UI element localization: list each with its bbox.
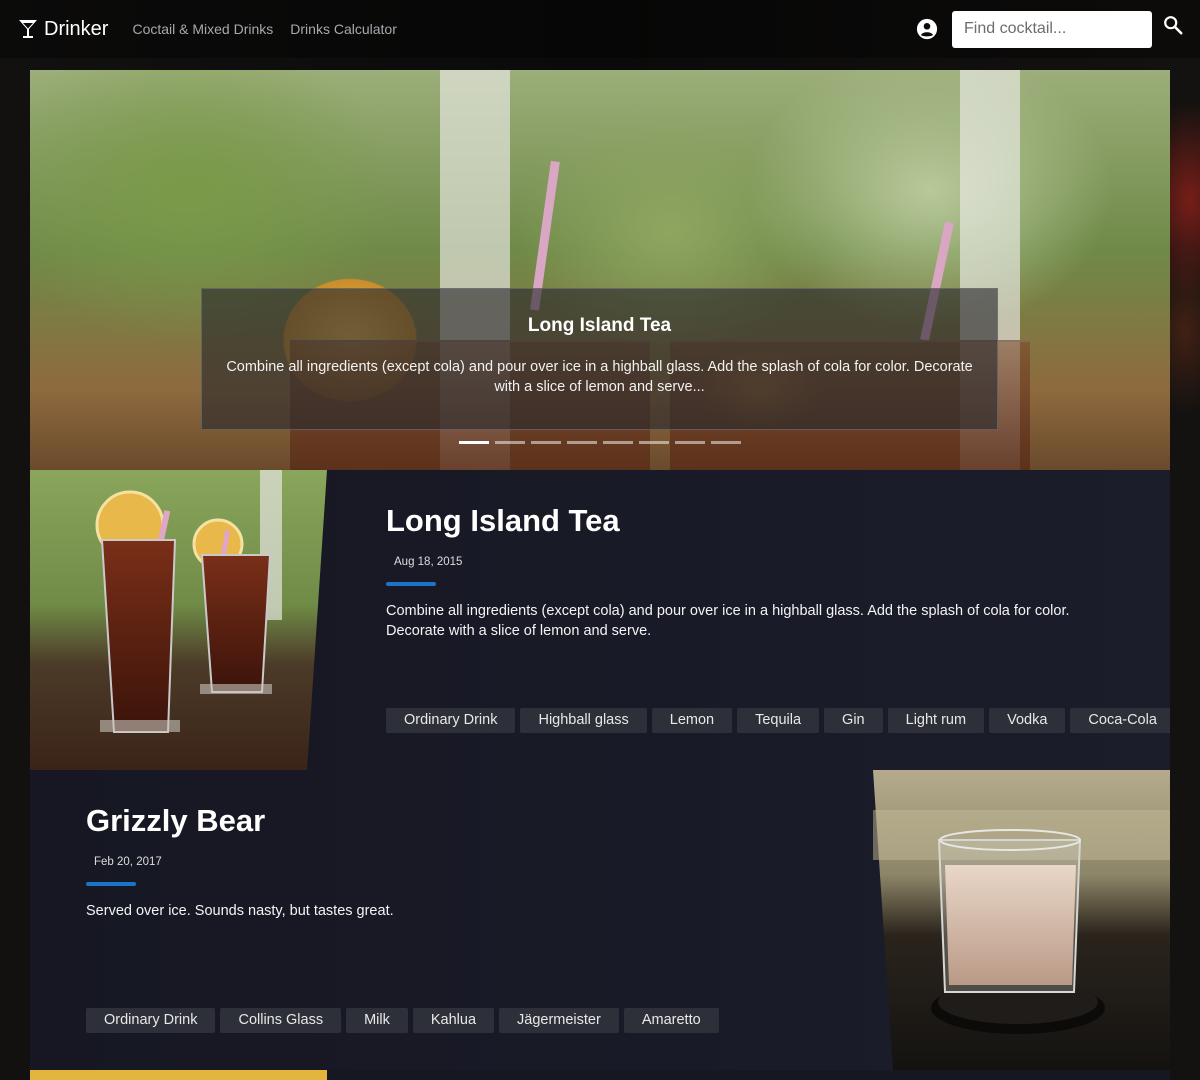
navbar: Drinker Coctail & Mixed Drinks Drinks Ca… bbox=[0, 0, 1200, 58]
tag-chip[interactable]: Vodka bbox=[989, 708, 1066, 733]
tag-chip[interactable]: Amaretto bbox=[623, 1008, 719, 1033]
hero-title: Long Island Tea bbox=[527, 315, 672, 336]
tag-chip[interactable]: Coca-Cola bbox=[1070, 708, 1170, 733]
hero-text: Combine all ingredients (except cola) an… bbox=[226, 359, 973, 395]
drink-description: Combine all ingredients (except cola) an… bbox=[386, 603, 1070, 639]
nav-link-calculator[interactable]: Drinks Calculator bbox=[290, 21, 397, 37]
tag-chip[interactable]: Ordinary Drink bbox=[386, 708, 516, 733]
account-circle-icon[interactable] bbox=[916, 18, 938, 40]
accent-divider bbox=[386, 582, 436, 586]
brand-logo[interactable]: Drinker bbox=[18, 18, 132, 41]
cocktail-glass-icon bbox=[19, 20, 37, 38]
hero-caption: Long Island Tea Combine all ingredients … bbox=[201, 288, 998, 430]
drink-card[interactable]: Grizzly Bear Feb 20, 2017 Served over ic… bbox=[30, 770, 1170, 1070]
carousel-indicators bbox=[459, 441, 741, 444]
tag-chip[interactable]: Kahlua bbox=[412, 1008, 495, 1033]
tag-chip[interactable]: Ordinary Drink bbox=[86, 1008, 216, 1033]
tag-chip[interactable]: Tequila bbox=[737, 708, 820, 733]
drink-image-long-island-tea[interactable] bbox=[30, 470, 330, 770]
drink-date: Feb 20, 2017 bbox=[94, 856, 162, 868]
next-drink-card-preview bbox=[30, 1070, 1170, 1080]
drink-title[interactable]: Grizzly Bear bbox=[86, 803, 846, 839]
tag-chip[interactable]: Gin bbox=[824, 708, 883, 733]
carousel-indicator[interactable] bbox=[567, 441, 597, 444]
drink-title[interactable]: Long Island Tea bbox=[386, 503, 1126, 539]
carousel-indicator[interactable] bbox=[639, 441, 669, 444]
search-icon[interactable] bbox=[1162, 14, 1184, 36]
tag-chip[interactable]: Jägermeister bbox=[499, 1008, 619, 1033]
carousel-indicator[interactable] bbox=[531, 441, 561, 444]
drink-card[interactable]: Long Island Tea Aug 18, 2015 Combine all… bbox=[30, 470, 1170, 770]
search-input[interactable] bbox=[952, 10, 1152, 48]
nav-link-cocktails[interactable]: Coctail & Mixed Drinks bbox=[132, 21, 273, 37]
drink-tags: Ordinary Drink Collins Glass Milk Kahlua… bbox=[86, 1008, 719, 1033]
carousel-indicator[interactable] bbox=[711, 441, 741, 444]
brand-name: Drinker bbox=[44, 17, 109, 40]
accent-divider bbox=[86, 882, 136, 886]
drink-card-body: Long Island Tea Aug 18, 2015 Combine all… bbox=[386, 470, 1126, 641]
carousel-indicator[interactable] bbox=[675, 441, 705, 444]
hero-carousel[interactable]: Long Island Tea Combine all ingredients … bbox=[30, 70, 1170, 470]
tag-chip[interactable]: Highball glass bbox=[520, 708, 647, 733]
tag-chip[interactable]: Lemon bbox=[651, 708, 733, 733]
drink-description: Served over ice. Sounds nasty, but taste… bbox=[86, 903, 394, 919]
drink-tags: Ordinary Drink Highball glass Lemon Tequ… bbox=[386, 708, 1170, 733]
tag-chip[interactable]: Milk bbox=[346, 1008, 408, 1033]
drink-image-grizzly-bear[interactable] bbox=[873, 770, 1170, 1070]
tag-chip[interactable]: Light rum bbox=[887, 708, 985, 733]
drink-card-body: Grizzly Bear Feb 20, 2017 Served over ic… bbox=[86, 770, 846, 921]
drink-date: Aug 18, 2015 bbox=[394, 556, 463, 568]
carousel-indicator[interactable] bbox=[495, 441, 525, 444]
carousel-indicator[interactable] bbox=[459, 441, 489, 444]
carousel-indicator[interactable] bbox=[603, 441, 633, 444]
tag-chip[interactable]: Collins Glass bbox=[220, 1008, 342, 1033]
